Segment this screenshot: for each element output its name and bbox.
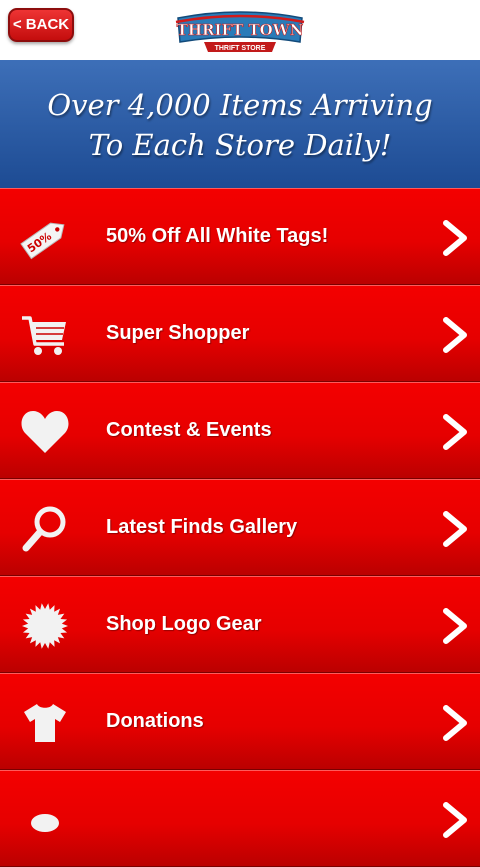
banner-line-2: To Each Store Daily!: [88, 128, 392, 162]
menu-item-donations[interactable]: Donations: [0, 673, 480, 770]
chevron-right-icon: [443, 608, 467, 644]
chevron-right-icon: [443, 414, 467, 450]
partial-icon: [31, 814, 59, 832]
magnifying-glass-icon: [22, 506, 66, 552]
menu-item-contest-events[interactable]: Contest & Events: [0, 382, 480, 479]
menu-item-latest-finds[interactable]: Latest Finds Gallery: [0, 479, 480, 576]
menu-item-label: 50% Off All White Tags!: [106, 225, 329, 247]
back-button[interactable]: < BACK: [8, 8, 74, 42]
svg-text:THRIFT STORE: THRIFT STORE: [215, 45, 266, 52]
promo-banner: Over 4,000 Items Arriving To Each Store …: [0, 60, 480, 188]
shopping-cart-icon: [22, 316, 66, 355]
banner-line-1: Over 4,000 Items Arriving: [47, 88, 433, 122]
thrift-town-logo: THRIFT TOWN THRIFT STORE: [175, 11, 305, 52]
menu-item-label: Shop Logo Gear: [106, 613, 262, 635]
menu-item-label: Super Shopper: [106, 322, 250, 344]
starburst-icon: [22, 603, 68, 649]
t-shirt-icon: [24, 704, 66, 742]
main-menu: 50% 50% Off All White Tags! Super Shoppe…: [0, 188, 480, 867]
chevron-right-icon: [443, 220, 467, 256]
top-bar: < BACK THRIFT TOWN THRIFT STORE: [0, 0, 480, 60]
svg-text:THRIFT TOWN: THRIFT TOWN: [177, 21, 304, 39]
menu-item-label: Latest Finds Gallery: [106, 516, 298, 538]
chevron-right-icon: [443, 317, 467, 353]
heart-icon: [21, 411, 69, 453]
chevron-right-icon: [443, 705, 467, 741]
menu-item-white-tags[interactable]: 50% 50% Off All White Tags!: [0, 188, 480, 285]
menu-item-partial[interactable]: [0, 770, 480, 867]
menu-item-label: Donations: [106, 710, 204, 732]
chevron-right-icon: [443, 511, 467, 547]
menu-item-logo-gear[interactable]: Shop Logo Gear: [0, 576, 480, 673]
menu-item-label: Contest & Events: [106, 419, 272, 441]
price-tag-icon: 50%: [20, 222, 65, 260]
chevron-right-icon: [443, 802, 467, 838]
menu-item-super-shopper[interactable]: Super Shopper: [0, 285, 480, 382]
